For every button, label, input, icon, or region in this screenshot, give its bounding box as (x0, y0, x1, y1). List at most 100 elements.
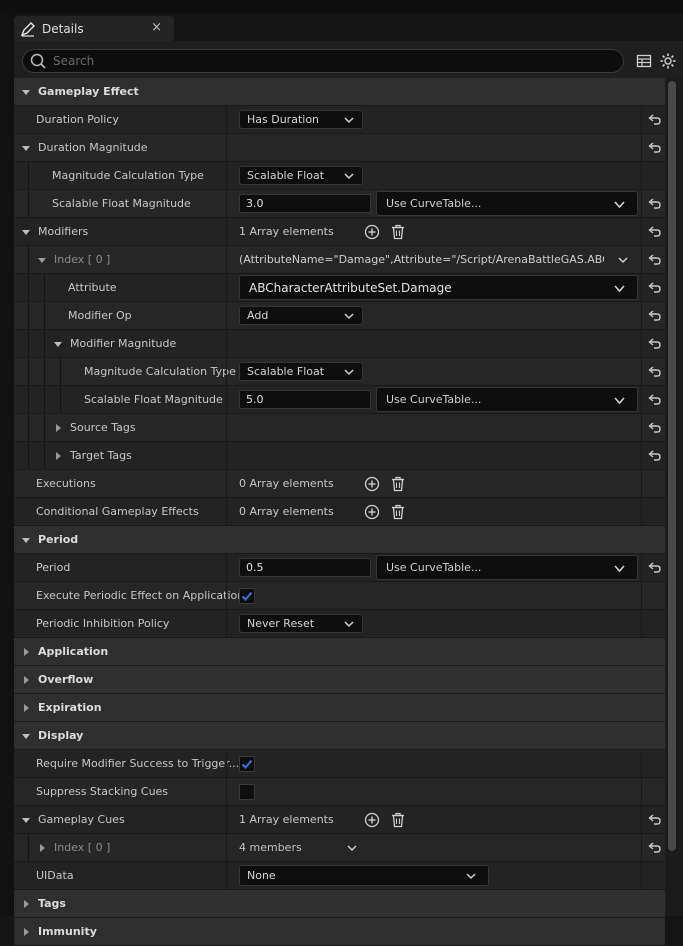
expanded-arrow-icon[interactable] (20, 226, 32, 238)
category-period[interactable]: Period (14, 526, 665, 554)
reset-to-default-icon[interactable] (641, 834, 666, 861)
property-label: Execute Periodic Effect on Application (36, 589, 245, 602)
reset-to-default-icon[interactable] (641, 106, 666, 133)
attribute-dropdown[interactable]: ABCharacterAttributeSet.Damage (239, 275, 638, 300)
reset-to-default-icon[interactable] (641, 190, 666, 217)
property-label: Gameplay Cues (38, 813, 125, 826)
suppress-stacking-checkbox[interactable] (239, 783, 255, 800)
expanded-arrow-icon[interactable] (36, 254, 48, 266)
category-immunity[interactable]: Immunity (14, 918, 665, 946)
details-tab[interactable]: Details × (14, 16, 174, 41)
collapsed-arrow-icon[interactable] (20, 674, 32, 686)
row-duration-policy: Duration Policy Has Duration (14, 106, 665, 134)
curve-table-dropdown[interactable]: Use CurveTable... (376, 555, 638, 580)
row-target-tags[interactable]: Target Tags (14, 442, 665, 470)
scrollbar-thumb[interactable] (668, 81, 676, 851)
row-source-tags[interactable]: Source Tags (14, 414, 665, 442)
reset-to-default-icon[interactable] (641, 358, 666, 385)
collapsed-arrow-icon[interactable] (36, 842, 48, 854)
require-modifier-checkbox[interactable] (239, 755, 255, 772)
reset-to-default-icon[interactable] (641, 386, 666, 413)
category-label: Tags (38, 897, 66, 910)
tab-close-button[interactable]: × (151, 20, 162, 35)
expanded-arrow-icon[interactable] (52, 338, 64, 350)
reset-to-default-icon[interactable] (641, 274, 666, 301)
row-mm-magnitude-calculation-type: Magnitude Calculation Type Scalable Floa… (14, 358, 665, 386)
add-element-icon[interactable] (364, 224, 380, 240)
reset-to-default-icon[interactable] (641, 134, 666, 161)
dropdown-value: Has Duration (247, 113, 320, 126)
row-modifier-magnitude[interactable]: Modifier Magnitude (14, 330, 665, 358)
collapsed-arrow-icon[interactable] (20, 926, 32, 938)
dropdown-value: Use CurveTable... (386, 197, 482, 210)
trash-icon[interactable] (390, 504, 406, 520)
property-label: Conditional Gameplay Effects (36, 505, 199, 518)
duration-policy-dropdown[interactable]: Has Duration (239, 110, 363, 129)
add-element-icon[interactable] (364, 504, 380, 520)
trash-icon[interactable] (390, 476, 406, 492)
chevron-down-icon[interactable] (347, 843, 357, 853)
category-label: Display (38, 729, 84, 742)
inhibition-policy-dropdown[interactable]: Never Reset (239, 614, 363, 633)
expanded-arrow-icon[interactable] (20, 86, 32, 98)
array-count: 0 Array elements (239, 477, 334, 490)
reset-column (641, 778, 666, 805)
reset-to-default-icon[interactable] (641, 442, 666, 469)
expanded-arrow-icon[interactable] (20, 730, 32, 742)
add-element-icon[interactable] (364, 476, 380, 492)
expanded-arrow-icon[interactable] (20, 814, 32, 826)
chevron-down-icon (344, 369, 354, 376)
reset-to-default-icon[interactable] (641, 330, 666, 357)
row-magnitude-calculation-type: Magnitude Calculation Type Scalable Floa… (14, 162, 665, 190)
settings-gear-icon[interactable] (660, 53, 676, 69)
reset-to-default-icon[interactable] (641, 806, 666, 833)
uidata-dropdown[interactable]: None (239, 865, 489, 886)
chevron-down-icon[interactable] (618, 255, 628, 265)
period-input[interactable]: 0.5 (239, 558, 371, 577)
row-modifiers[interactable]: Modifiers 1 Array elements (14, 218, 665, 246)
reset-to-default-icon[interactable] (641, 302, 666, 329)
dropdown-value: Add (247, 309, 269, 322)
row-duration-magnitude[interactable]: Duration Magnitude (14, 134, 665, 162)
category-expiration[interactable]: Expiration (14, 694, 665, 722)
scalable-float-input[interactable]: 3.0 (239, 194, 371, 213)
mm-scalable-float-input[interactable]: 5.0 (239, 390, 371, 409)
reset-to-default-icon[interactable] (641, 246, 666, 273)
category-display[interactable]: Display (14, 722, 665, 750)
chevron-down-icon (344, 173, 354, 180)
tab-title: Details (42, 21, 84, 36)
category-tags[interactable]: Tags (14, 890, 665, 918)
mm-calc-type-dropdown[interactable]: Scalable Float (239, 362, 363, 381)
details-panel: Search Gameplay Effect Duration Policy H… (14, 41, 683, 946)
add-element-icon[interactable] (364, 812, 380, 828)
collapsed-arrow-icon[interactable] (52, 422, 64, 434)
row-gameplay-cues[interactable]: Gameplay Cues 1 Array elements (14, 806, 665, 834)
curve-table-dropdown[interactable]: Use CurveTable... (376, 387, 638, 412)
property-list: Gameplay Effect Duration Policy Has Dura… (14, 78, 665, 946)
table-view-icon[interactable] (636, 53, 652, 69)
reset-to-default-icon[interactable] (641, 554, 666, 581)
search-input[interactable]: Search (22, 49, 624, 73)
reset-to-default-icon[interactable] (641, 218, 666, 245)
magnitude-calc-type-dropdown[interactable]: Scalable Float (239, 166, 363, 185)
expanded-arrow-icon[interactable] (20, 142, 32, 154)
reset-column (641, 750, 666, 777)
collapsed-arrow-icon[interactable] (20, 702, 32, 714)
trash-icon[interactable] (390, 812, 406, 828)
reset-column (641, 162, 666, 189)
modifier-op-dropdown[interactable]: Add (239, 306, 363, 325)
row-suppress-stacking-cues: Suppress Stacking Cues (14, 778, 665, 806)
trash-icon[interactable] (390, 224, 406, 240)
category-application[interactable]: Application (14, 638, 665, 666)
category-overflow[interactable]: Overflow (14, 666, 665, 694)
collapsed-arrow-icon[interactable] (52, 450, 64, 462)
reset-to-default-icon[interactable] (641, 414, 666, 441)
collapsed-arrow-icon[interactable] (20, 898, 32, 910)
row-cue-index-0[interactable]: Index [ 0 ] 4 members (14, 834, 665, 862)
row-modifier-index-0[interactable]: Index [ 0 ] (AttributeName="Damage",Attr… (14, 246, 665, 274)
expanded-arrow-icon[interactable] (20, 534, 32, 546)
category-gameplay-effect[interactable]: Gameplay Effect (14, 78, 665, 106)
collapsed-arrow-icon[interactable] (20, 646, 32, 658)
execute-periodic-checkbox[interactable] (239, 587, 255, 604)
curve-table-dropdown[interactable]: Use CurveTable... (376, 191, 638, 216)
